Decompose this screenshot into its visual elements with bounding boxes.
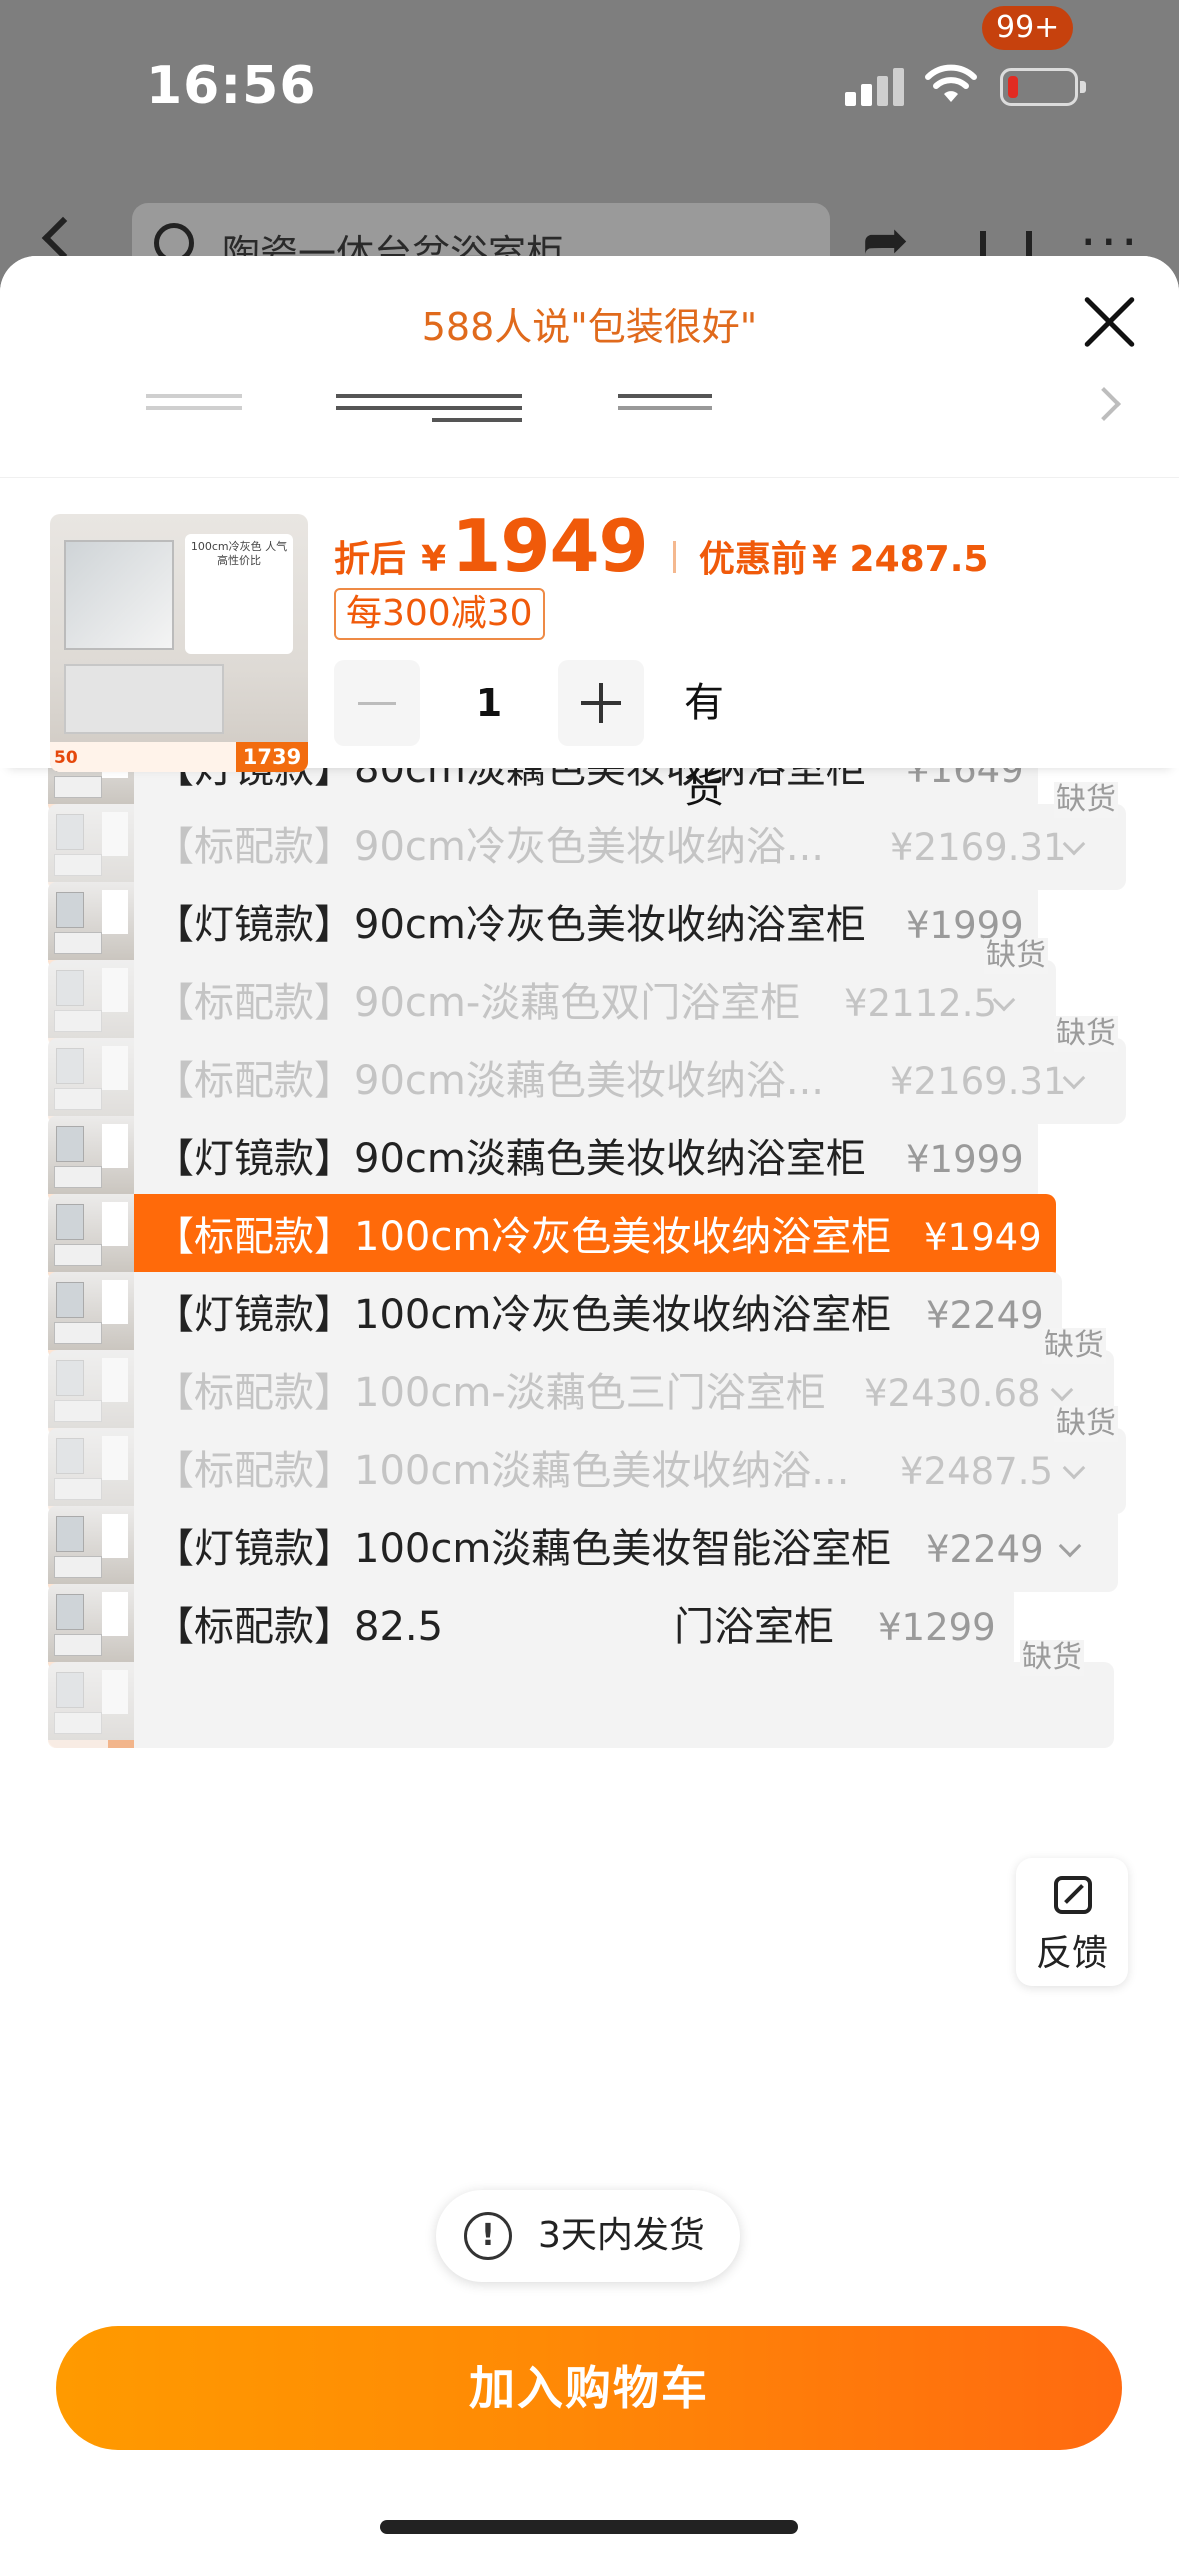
price-prefix: 折后	[334, 539, 407, 580]
variant-option[interactable]: 【灯镜款】90cm淡藕色美妆收纳浴室柜 ¥1999	[48, 1116, 1038, 1202]
variant-option[interactable]: 【标配款】90cm淡藕色美妆收纳浴... ¥2169.31 缺货	[48, 1016, 1126, 1124]
variant-price: ¥2249	[926, 1294, 1044, 1337]
shipping-toast: ! 3天内发货	[436, 2190, 740, 2282]
feedback-button[interactable]: 反馈	[1016, 1858, 1128, 1986]
price-row: 折后 ¥ 1949 优惠前 ¥ 2487.5	[334, 504, 989, 588]
out-of-stock-tag: 缺货	[1042, 1328, 1106, 1364]
back-arrow-icon	[41, 216, 85, 260]
variant-option[interactable]: 【标配款】90cm-淡藕色双门浴室柜 ¥2112.5 缺货	[48, 938, 1056, 1046]
review-highlight: 588人说"包装很好"	[421, 305, 758, 349]
variant-price: ¥2112.5	[844, 982, 998, 1025]
product-image-price-tag: 1739	[236, 742, 308, 772]
chevron-down-icon	[1058, 1534, 1082, 1558]
battery-icon	[1000, 68, 1086, 106]
variant-thumbnail	[48, 882, 134, 968]
variant-thumbnail	[48, 960, 134, 1046]
chevron-down-icon	[1050, 1378, 1074, 1402]
out-of-stock-tag: 缺货	[1020, 1640, 1084, 1676]
product-image-caption: 100cm冷灰色 人气高性价比	[190, 540, 288, 567]
discounted-price: 1949	[451, 504, 648, 588]
variant-thumbnail	[48, 1116, 134, 1202]
variant-label: 【标配款】90cm淡藕色美妆收纳浴...	[154, 1058, 824, 1104]
toast-text: 3天内发货	[538, 2215, 705, 2256]
thumbnail[interactable]	[146, 394, 242, 434]
variant-option[interactable]: 【灯镜款】100cm淡藕色美妆智能浴室柜 ¥2249	[48, 1506, 1118, 1592]
variant-label: 【灯镜款】90cm冷灰色美妆收纳浴室柜	[154, 902, 866, 948]
bottom-action-bar: 加入购物车	[0, 2296, 1179, 2556]
cart-count-badge: 99+	[982, 6, 1074, 50]
home-indicator[interactable]	[380, 2520, 798, 2534]
chevron-right-icon[interactable]	[1087, 387, 1121, 421]
variant-label: 【灯镜款】90cm淡藕色美妆收纳浴室柜	[154, 1136, 866, 1182]
variant-price: ¥2169.31	[890, 826, 1067, 869]
variant-option[interactable]: 【标配款】82.5 门浴室柜 ¥1299	[48, 1584, 1014, 1670]
variant-option[interactable]: 【标配款】100cm-淡藕色三门浴室柜 ¥2430.68 缺货	[48, 1328, 1114, 1436]
product-image-small-number: 50	[54, 748, 78, 768]
variant-thumbnail	[48, 1662, 134, 1748]
variant-thumbnail	[48, 1272, 134, 1358]
variant-option[interactable]: 【标配款】90cm冷灰色美妆收纳浴... ¥2169.31 缺货	[48, 782, 1126, 890]
product-summary: 100cm冷灰色 人气高性价比 50 1739 折后 ¥ 1949 优惠前 ¥ …	[0, 478, 1179, 812]
variant-option[interactable]: 【灯镜款】100cm冷灰色美妆收纳浴室柜 ¥2249	[48, 1272, 1062, 1358]
out-of-stock-tag: 缺货	[1054, 782, 1118, 818]
variant-price: ¥2169.31	[890, 1060, 1067, 1103]
edit-icon	[1054, 1876, 1092, 1914]
quantity-value[interactable]: 1	[420, 660, 558, 746]
variant-label: 【标配款】100cm冷灰色美妆收纳浴室柜	[154, 1214, 892, 1260]
wifi-icon	[925, 64, 977, 102]
original-price-label: 优惠前	[698, 539, 807, 580]
image-thumbnail-strip[interactable]	[0, 376, 1179, 456]
thumbnail[interactable]	[618, 394, 712, 434]
more-icon: ···	[1080, 213, 1142, 273]
variant-thumbnail	[48, 1350, 134, 1436]
variant-option[interactable]: 【标配款】100cm淡藕色美妆收纳浴... ¥2487.5 缺货	[48, 1406, 1126, 1514]
variant-thumbnail	[48, 1038, 134, 1124]
info-icon: !	[464, 2212, 512, 2260]
promotion-badge: 每300减30	[334, 588, 545, 640]
variant-option-list[interactable]: 【灯镜款】80cm淡藕色美妆收纳浴室柜 ¥1649 【标配款】90cm冷灰色美妆…	[0, 764, 1179, 2556]
out-of-stock-tag: 缺货	[1054, 1406, 1118, 1442]
status-time: 16:56	[146, 56, 317, 116]
variant-price: ¥2430.68	[864, 1372, 1041, 1415]
variant-price: ¥1949	[924, 1216, 1042, 1259]
variant-thumbnail	[48, 1428, 134, 1514]
stock-status: 有货	[684, 680, 724, 812]
variant-label: 【灯镜款】100cm淡藕色美妆智能浴室柜	[154, 1526, 892, 1572]
feedback-label: 反馈	[1035, 1933, 1108, 1974]
sheet-header: 588人说"包装很好"	[0, 256, 1179, 479]
product-image[interactable]: 100cm冷灰色 人气高性价比 50 1739	[50, 514, 308, 772]
variant-label: 【标配款】100cm-淡藕色三门浴室柜	[154, 1370, 826, 1416]
variant-option[interactable]: 【灯镜款】90cm冷灰色美妆收纳浴室柜 ¥1999	[48, 882, 1038, 968]
variant-option-selected[interactable]: 【标配款】100cm冷灰色美妆收纳浴室柜 ¥1949	[48, 1194, 1056, 1280]
thumbnail[interactable]	[336, 394, 522, 434]
price-divider	[672, 541, 676, 573]
close-button[interactable]	[1078, 292, 1140, 354]
out-of-stock-tag: 缺货	[984, 938, 1048, 974]
cellular-signal-icon	[845, 66, 905, 106]
chevron-down-icon	[1062, 1456, 1086, 1480]
original-price: ¥ 2487.5	[811, 539, 989, 580]
variant-label: 【标配款】82.5	[154, 1604, 444, 1650]
add-to-cart-button[interactable]: 加入购物车	[56, 2326, 1122, 2450]
variant-label: 【灯镜款】100cm冷灰色美妆收纳浴室柜	[154, 1292, 892, 1338]
variant-label: 【标配款】90cm-淡藕色双门浴室柜	[154, 980, 801, 1026]
variant-option[interactable]: 缺货	[48, 1640, 1114, 1748]
variant-thumbnail	[48, 1506, 134, 1592]
currency-symbol: ¥	[421, 539, 447, 580]
variant-thumbnail	[48, 1584, 134, 1670]
increase-quantity-button[interactable]	[558, 660, 644, 746]
out-of-stock-tag: 缺货	[1054, 1016, 1118, 1052]
variant-label-tail: 门浴室柜	[674, 1604, 834, 1650]
variant-price: ¥1299	[878, 1606, 996, 1649]
variant-price: ¥1999	[906, 1138, 1024, 1181]
variant-label: 【标配款】100cm淡藕色美妆收纳浴...	[154, 1448, 850, 1494]
decrease-quantity-button[interactable]	[334, 660, 420, 746]
variant-price: ¥2487.5	[900, 1450, 1054, 1493]
variant-thumbnail	[48, 1194, 134, 1280]
variant-price: ¥2249	[926, 1528, 1044, 1571]
variant-thumbnail	[48, 804, 134, 890]
